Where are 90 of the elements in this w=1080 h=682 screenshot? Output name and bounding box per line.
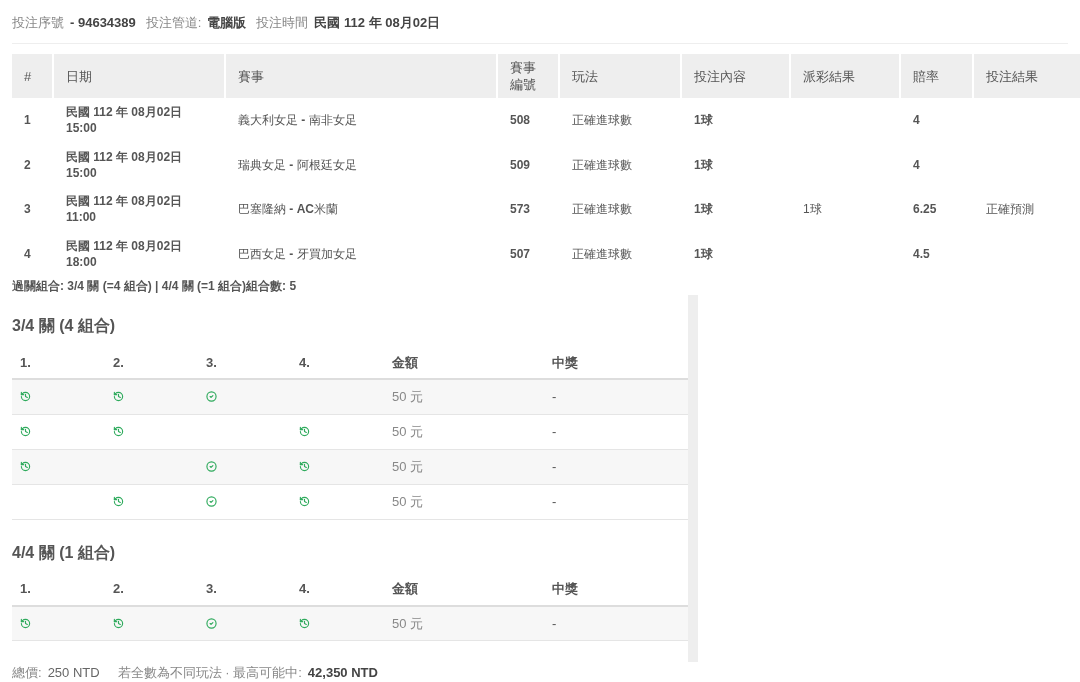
table-cell-text: 民國 112 年 08月02日 18:00: [65, 237, 184, 271]
clock-history-icon: [113, 391, 124, 403]
table-cell-text: 6.25: [912, 201, 938, 219]
check-circle-icon: [206, 617, 217, 629]
column-header: 玩法: [560, 54, 680, 98]
table-cell-text: 正確進球數: [571, 245, 633, 263]
table-cell-text: 民國 112 年 08月02日 11:00: [65, 193, 184, 227]
table-cell-text: 正確進球數: [571, 112, 633, 130]
column-header: 3.: [198, 573, 291, 606]
column-header: 中獎: [544, 573, 688, 606]
column-header: 3.: [198, 347, 291, 379]
table-cell-text: 4: [912, 112, 921, 130]
info-label: 投注時間: [256, 14, 309, 33]
clock-history-icon: [113, 496, 124, 507]
column-header: 中獎: [544, 347, 688, 379]
clock-history-icon: [20, 391, 31, 403]
clock-history-icon: [299, 496, 310, 507]
column-header: 2.: [105, 573, 198, 606]
clock-history-icon: [113, 617, 124, 629]
check-circle-icon: [206, 391, 217, 403]
table-cell-text: 瑞典女足 - 阿根廷女足: [237, 156, 358, 174]
column-header: 金額: [384, 347, 544, 379]
table-cell-text: 正確進球數: [571, 201, 633, 219]
clock-history-icon: [299, 426, 310, 437]
section-title: 3/4 關 (4 組合): [12, 316, 116, 336]
table-cell-text: 2: [23, 156, 32, 174]
table-cell: 50 元: [384, 605, 544, 641]
info-value: - 94634389: [70, 14, 136, 33]
table-cell-text: 1球: [693, 245, 714, 263]
table-cell-text: 509: [509, 156, 532, 174]
column-header: 賽事編號: [498, 54, 558, 98]
table-cell-text: 4: [23, 245, 32, 263]
check-circle-icon: [206, 496, 217, 507]
max-win-value: 42,350 NTD: [307, 664, 378, 682]
table-cell-text: 1: [23, 112, 32, 130]
table-cell: -: [544, 379, 688, 414]
combo-summary: 過關組合: 3/4 關 (=4 組合) | 4/4 關 (=1 組合)組合數: 5: [12, 278, 297, 295]
clock-history-icon: [113, 426, 124, 437]
table-cell-text: 4: [912, 156, 921, 174]
section-title: 4/4 關 (1 組合): [12, 542, 116, 563]
check-circle-icon: [206, 461, 217, 472]
table-cell: 50 元: [384, 379, 544, 414]
column-header: 2.: [105, 347, 198, 379]
info-label: 投注管道:: [145, 14, 202, 33]
column-header: 賠率: [901, 54, 972, 98]
column-header: 日期: [54, 54, 224, 98]
table-cell-text: 民國 112 年 08月02日 15:00: [65, 148, 184, 182]
total-label: 總價:: [12, 664, 42, 682]
clock-history-icon: [299, 461, 310, 472]
table-cell-text: 1球: [802, 201, 823, 219]
table-cell: 50 元: [384, 484, 544, 519]
table-cell-text: 3: [23, 201, 32, 219]
column-header: #: [12, 54, 52, 98]
table-cell-text: 民國 112 年 08月02日 15:00: [65, 104, 184, 138]
table-cell-text: 義大利女足 - 南非女足: [237, 112, 358, 130]
max-win-label: 若全數為不同玩法 · 最高可能中:: [117, 664, 302, 682]
table-cell-text: 507: [509, 245, 532, 263]
info-value: 民國 112 年 08月02日: [314, 14, 441, 33]
table-cell-text: 573: [509, 201, 532, 219]
table-cell-text: 正確預測: [985, 201, 1035, 219]
clock-history-icon: [299, 617, 310, 629]
info-value: 電腦版: [207, 14, 247, 33]
table-cell-text: 1球: [693, 112, 714, 130]
column-header: 賽事: [226, 54, 496, 98]
clock-history-icon: [20, 461, 31, 472]
table-cell-text: 4.5: [912, 245, 931, 263]
table-cell-text: 巴西女足 - 牙買加女足: [237, 245, 358, 263]
table-cell-text: 巴塞隆納 - AC米蘭: [237, 201, 339, 219]
clock-history-icon: [20, 426, 31, 437]
info-label: 投注序號: [12, 14, 64, 33]
column-header: 1.: [12, 347, 105, 379]
column-header: 金額: [384, 573, 544, 606]
column-header: 4.: [291, 573, 384, 606]
table-cell-text: 508: [509, 112, 532, 130]
table-cell: -: [544, 449, 688, 484]
table-cell-text: 1球: [693, 156, 714, 174]
column-header: 派彩結果: [791, 54, 899, 98]
table-cell: -: [544, 414, 688, 449]
clock-history-icon: [20, 617, 31, 629]
column-header: 投注結果: [974, 54, 1080, 98]
table-cell: -: [544, 484, 688, 519]
column-header: 投注內容: [682, 54, 789, 98]
table-cell: 50 元: [384, 449, 544, 484]
column-header: 4.: [291, 347, 384, 379]
table-cell: 50 元: [384, 414, 544, 449]
total-value: 250 NTD: [47, 664, 100, 682]
table-cell-text: 正確進球數: [571, 156, 633, 174]
column-header: 1.: [12, 573, 105, 606]
table-cell: -: [544, 605, 688, 641]
table-cell-text: 1球: [693, 201, 714, 219]
